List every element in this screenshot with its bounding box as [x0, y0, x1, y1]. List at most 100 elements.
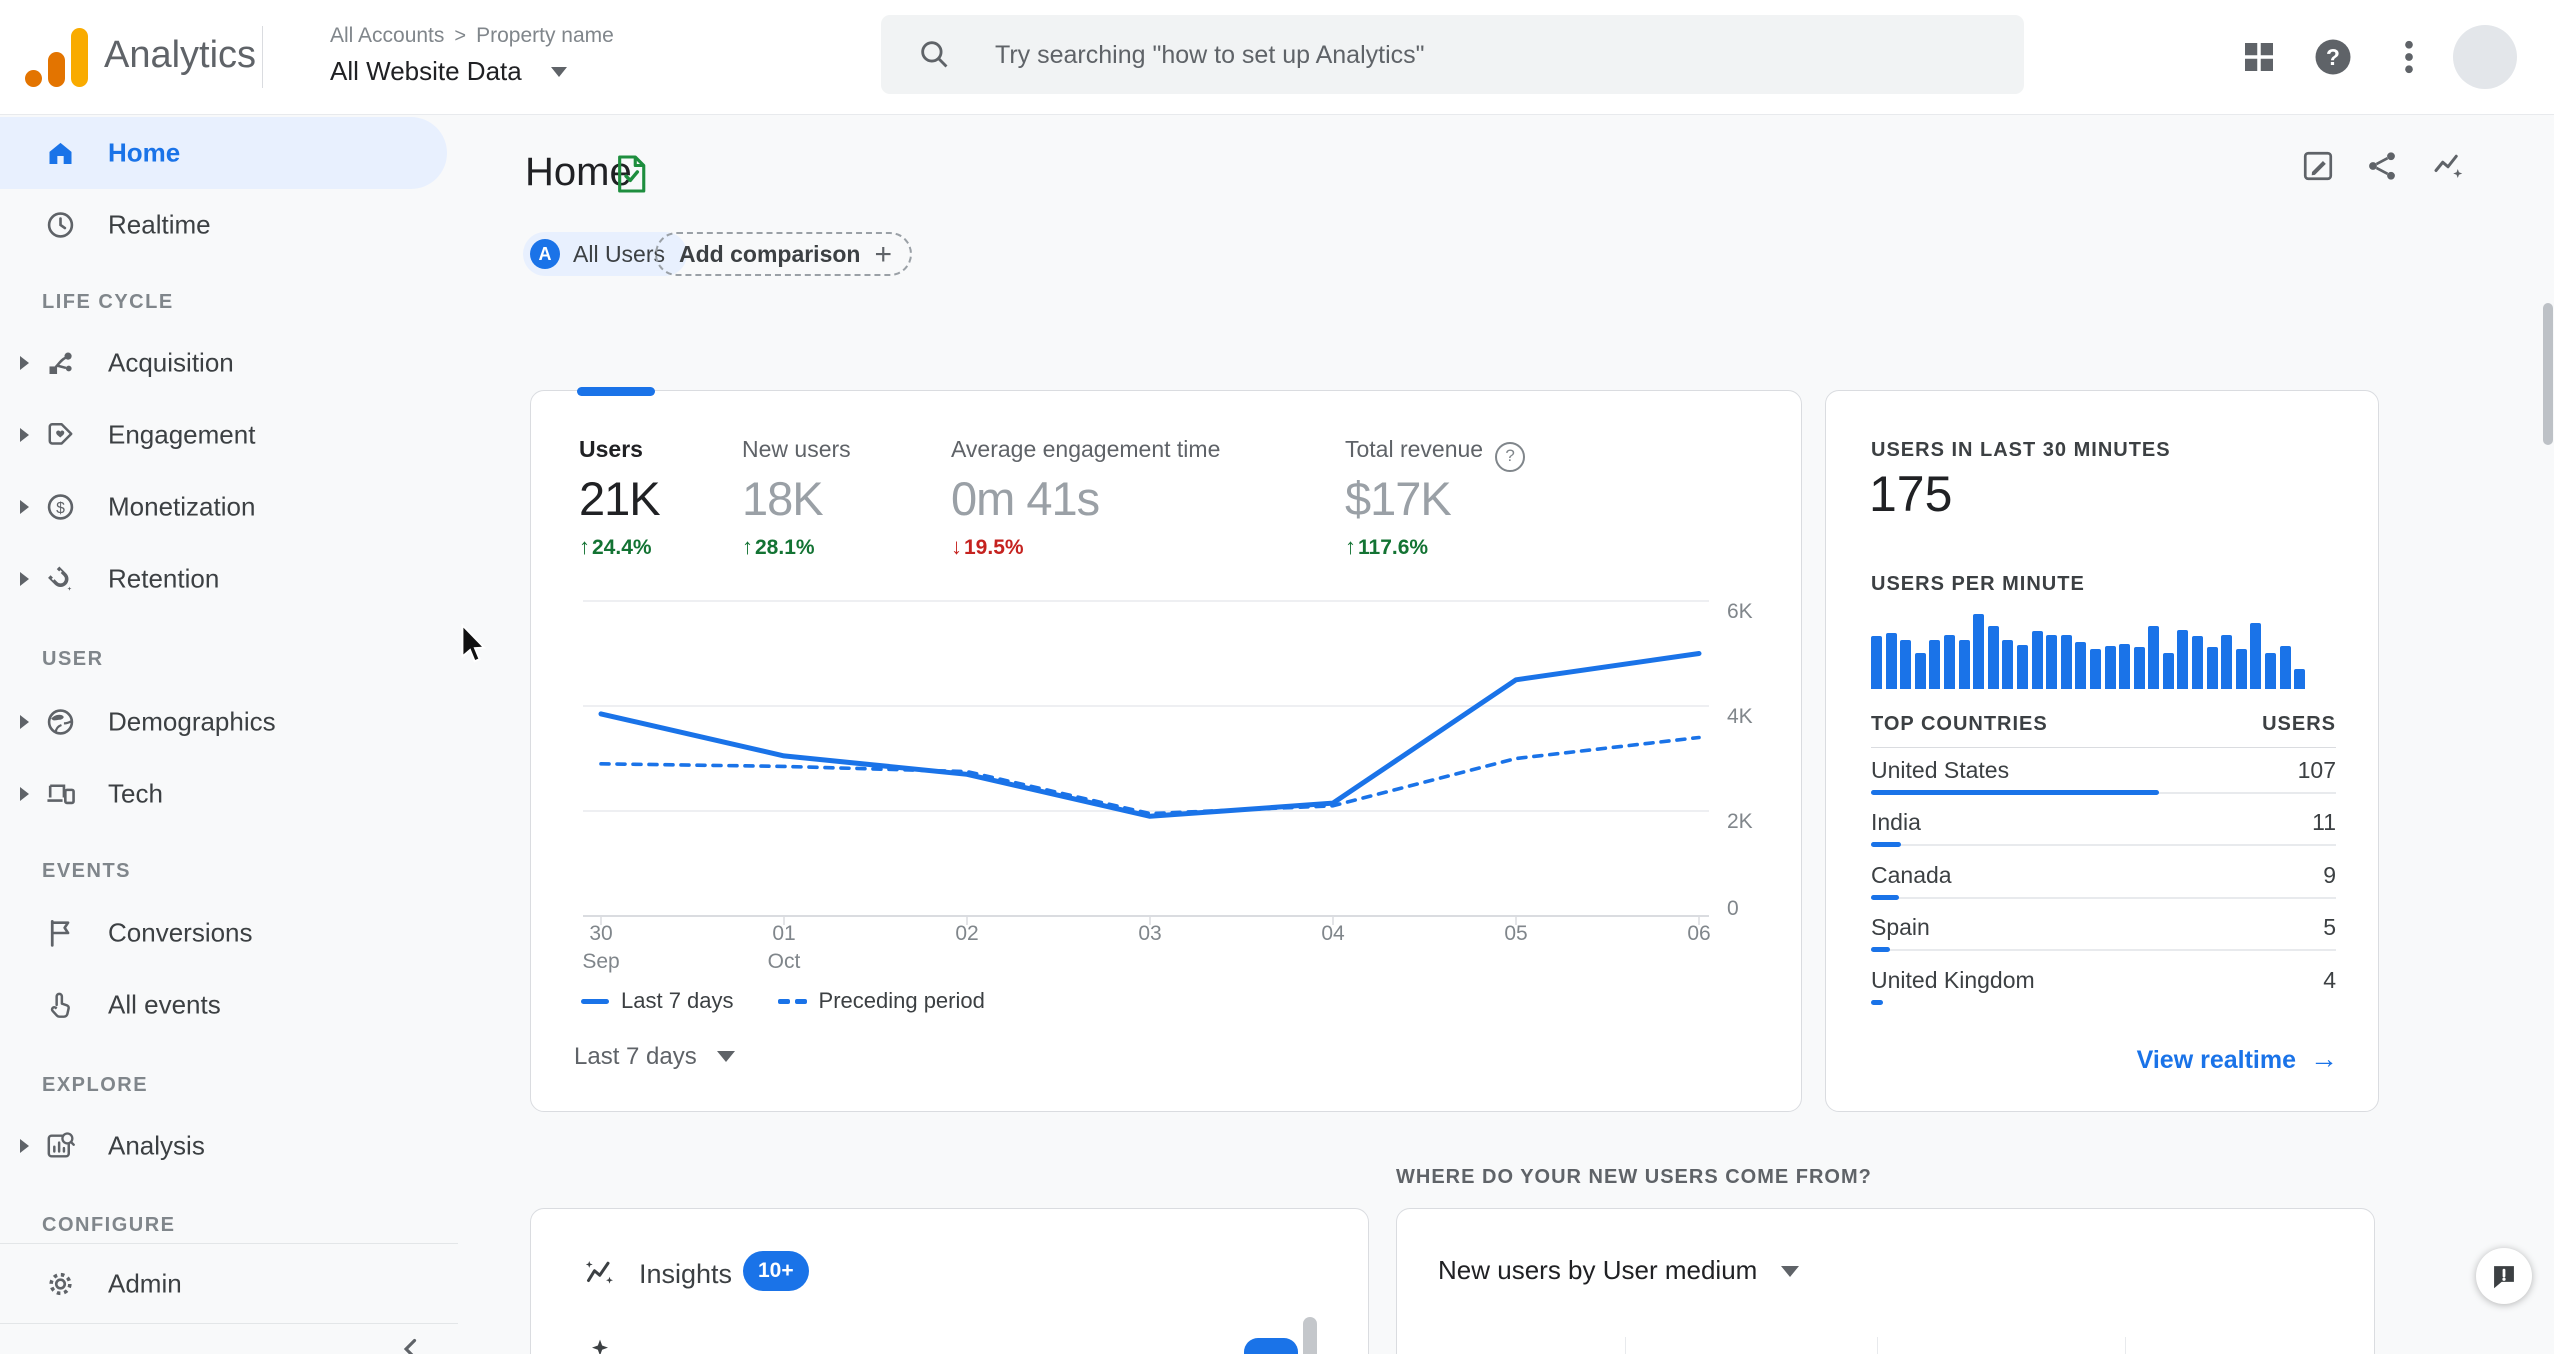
more-vert-icon[interactable] — [2388, 36, 2430, 78]
expand-arrow-icon[interactable] — [20, 787, 29, 801]
page-scrollbar[interactable] — [2543, 303, 2553, 445]
rt-bar — [1943, 635, 1955, 689]
table-header-divider — [1871, 747, 2336, 748]
sidebar-item-label: Monetization — [108, 491, 256, 522]
country-bar — [1871, 894, 1899, 900]
metric-value: 21K — [579, 472, 661, 525]
search-input[interactable] — [993, 15, 1997, 96]
view-realtime-link[interactable]: View realtime → — [2137, 1043, 2338, 1075]
expand-arrow-icon[interactable] — [20, 572, 29, 586]
sidebar-divider — [0, 1323, 458, 1324]
clock-icon — [44, 209, 77, 242]
doc-check-icon[interactable] — [614, 153, 648, 195]
breadcrumb[interactable]: All Accounts > Property name — [330, 24, 614, 48]
expand-arrow-icon[interactable] — [20, 715, 29, 729]
metric-value: 0m 41s — [951, 472, 1100, 525]
sidebar-item-analysis[interactable]: Analysis — [0, 1110, 447, 1182]
analytics-logo-icon[interactable] — [24, 26, 90, 90]
acquisition-icon — [44, 347, 77, 380]
insights-icon[interactable] — [2430, 148, 2466, 184]
rt-bar — [1973, 614, 1985, 689]
sidebar-item-engagement[interactable]: Engagement — [0, 399, 447, 471]
expand-arrow-icon[interactable] — [20, 500, 29, 514]
engagement-icon — [44, 419, 77, 452]
country-bar — [1871, 790, 2159, 795]
expand-arrow-icon[interactable] — [20, 356, 29, 370]
expand-arrow-icon[interactable] — [20, 1139, 29, 1153]
sidebar-item-all-events[interactable]: All events — [0, 969, 447, 1041]
legend-label: Last 7 days — [621, 988, 734, 1013]
property-selector[interactable]: All Website Data — [330, 56, 567, 87]
country-bar-track — [1871, 949, 2336, 952]
sidebar-section-explore: EXPLORE — [42, 1074, 149, 1096]
chevron-down-icon — [550, 67, 567, 77]
insights-title[interactable]: Insights — [639, 1259, 732, 1290]
svg-text:03: 03 — [1138, 922, 1161, 945]
sidebar-item-acquisition[interactable]: Acquisition — [0, 327, 447, 399]
rt-bar — [1871, 636, 1882, 689]
rt-bar — [2265, 653, 2277, 689]
rt-bar — [1958, 640, 1970, 689]
collapse-sidebar-button[interactable] — [394, 1332, 428, 1354]
metric-delta: ↑28.1% — [742, 534, 815, 559]
arrow-up-icon: ↑ — [742, 534, 753, 559]
feedback-button[interactable] — [2476, 1248, 2532, 1304]
svg-text:2K: 2K — [1727, 810, 1753, 833]
sidebar-item-conversions[interactable]: Conversions — [0, 897, 447, 969]
sidebar-item-home[interactable]: Home — [0, 117, 447, 189]
rt-bar — [2250, 623, 2262, 689]
new-users-card: New users by User medium — [1396, 1208, 2375, 1354]
sidebar-item-retention[interactable]: Retention — [0, 543, 447, 615]
mouse-cursor — [461, 624, 487, 663]
country-bar — [1871, 999, 1883, 1005]
svg-text:01: 01 — [772, 922, 795, 945]
country-row-canada: Canada 9 — [1871, 860, 2336, 912]
sidebar-item-tech[interactable]: Tech — [0, 758, 447, 830]
sidebar-item-realtime[interactable]: Realtime — [0, 189, 447, 261]
country-bar — [1871, 842, 1901, 848]
date-range-selector[interactable]: Last 7 days — [574, 1043, 736, 1071]
chart-legend: Last 7 days Preceding period — [581, 988, 985, 1014]
country-row-spain: Spain 5 — [1871, 912, 2336, 964]
sidebar-item-label: Acquisition — [108, 347, 234, 378]
overview-card: 6K 4K 2K 0 30 Sep 01 Oct 02 03 04 05 06 Users 21K ↑24.… — [530, 387, 1802, 1112]
country-name: United States — [1871, 757, 2010, 783]
breadcrumb-account[interactable]: All Accounts — [330, 24, 444, 47]
help-icon[interactable]: ? — [2312, 36, 2354, 78]
country-users: 5 — [2323, 914, 2336, 941]
country-users: 11 — [2312, 809, 2336, 836]
svg-text:06: 06 — [1687, 922, 1710, 945]
insights-scrollbar[interactable] — [1303, 1317, 1317, 1354]
svg-text:?: ? — [2326, 44, 2340, 70]
svg-text:02: 02 — [955, 922, 978, 945]
breadcrumb-property[interactable]: Property name — [476, 24, 614, 47]
share-icon[interactable] — [2364, 148, 2400, 184]
sidebar-item-admin[interactable]: Admin — [0, 1248, 447, 1320]
expand-arrow-icon[interactable] — [20, 428, 29, 442]
sidebar-item-label: Tech — [108, 778, 163, 809]
new-users-dimension-selector[interactable]: New users by User medium — [1438, 1255, 1799, 1286]
new-users-caption: WHERE DO YOUR NEW USERS COME FROM? — [1396, 1166, 1872, 1188]
metric-value: 18K — [742, 472, 824, 525]
insights-card: Insights 10+ — [530, 1208, 1369, 1354]
rt-bar — [2235, 649, 2247, 689]
sidebar-item-demographics[interactable]: Demographics — [0, 686, 447, 758]
search-bar[interactable] — [881, 15, 2024, 96]
rt-bar — [2279, 646, 2291, 689]
svg-text:05: 05 — [1504, 922, 1527, 945]
metric-value: $17K — [1345, 472, 1452, 525]
sidebar-item-monetization[interactable]: $ Monetization — [0, 471, 447, 543]
apps-grid-icon[interactable] — [2238, 36, 2280, 78]
customize-report-icon[interactable] — [2300, 148, 2336, 184]
metric-label: New users — [742, 436, 851, 462]
ga-home-screen: Analytics All Accounts > Property name All… — [0, 0, 2554, 1354]
insights-count-badge: 10+ — [743, 1251, 809, 1291]
svg-text:Sep: Sep — [582, 950, 619, 973]
add-comparison-button[interactable]: Add comparison + — [655, 232, 912, 276]
country-name: Spain — [1871, 914, 1930, 941]
avatar[interactable] — [2453, 25, 2517, 89]
country-users: 107 — [2297, 757, 2336, 783]
help-icon[interactable]: ? — [1495, 442, 1526, 472]
country-name: United Kingdom — [1871, 966, 2035, 993]
svg-text:04: 04 — [1321, 922, 1345, 945]
